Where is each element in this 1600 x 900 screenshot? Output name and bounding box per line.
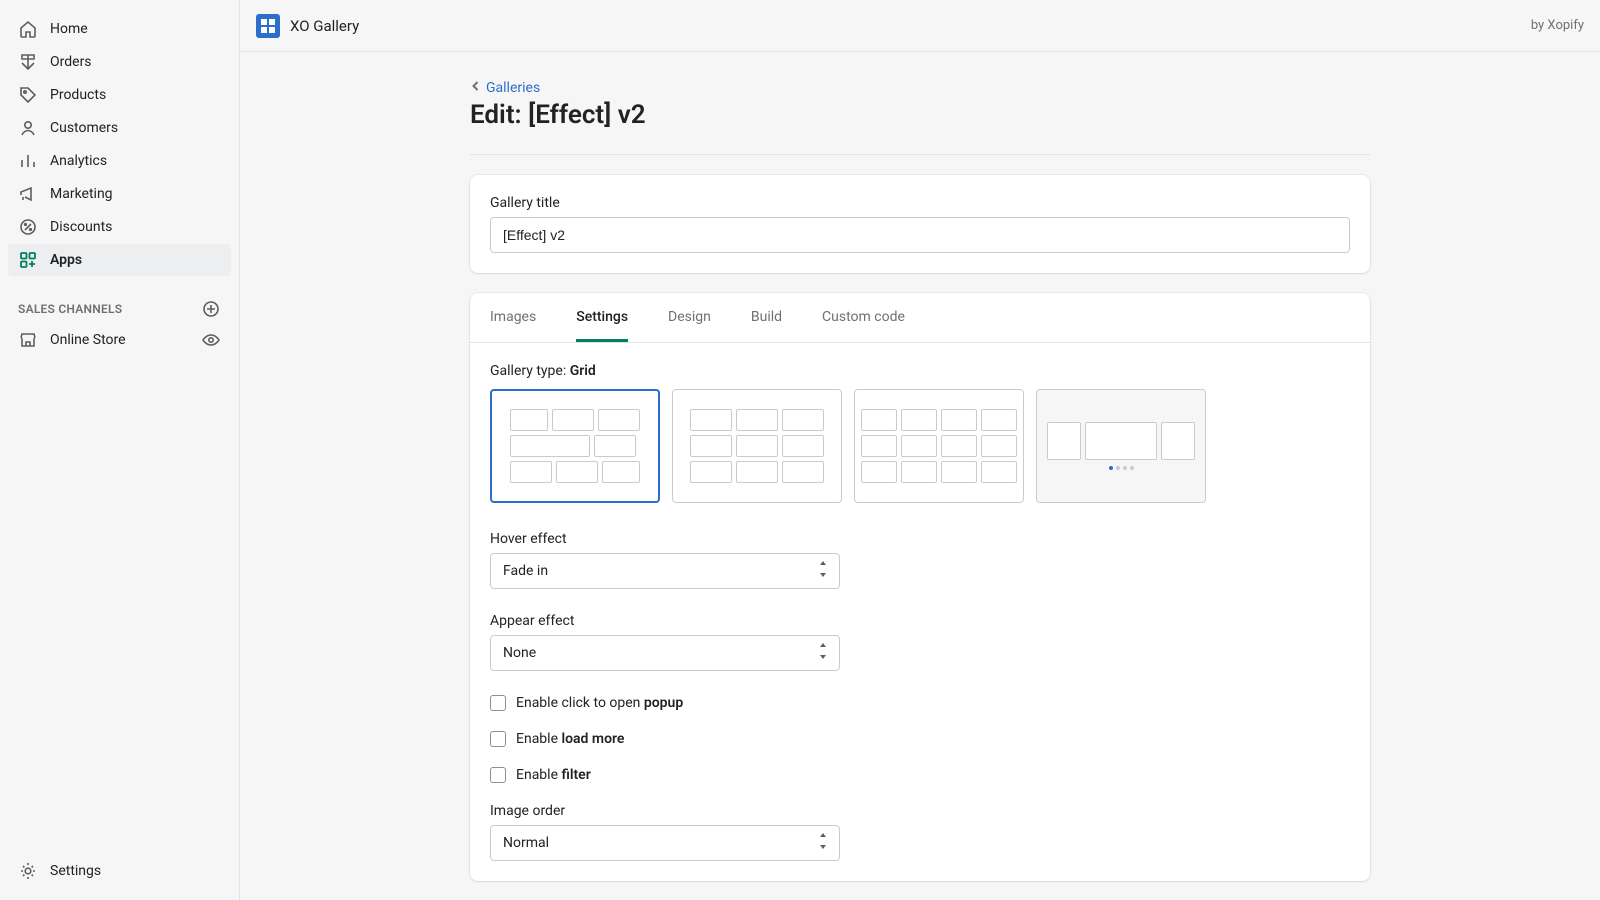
image-order-select[interactable]: Normal xyxy=(490,825,840,861)
select-value: Fade in xyxy=(503,563,548,579)
tabs: Images Settings Design Build Custom code xyxy=(470,293,1370,343)
checkbox-icon xyxy=(490,695,506,711)
nav-label: Apps xyxy=(50,252,221,268)
nav-marketing[interactable]: Marketing xyxy=(8,178,231,210)
nav-label: Products xyxy=(50,87,221,103)
sales-channels-header: SALES CHANNELS xyxy=(0,277,239,323)
nav-discounts[interactable]: Discounts xyxy=(8,211,231,243)
view-store-icon[interactable] xyxy=(201,330,221,350)
type-option-justified[interactable] xyxy=(854,389,1024,503)
gallery-title-label: Gallery title xyxy=(490,195,1350,211)
add-channel-button[interactable] xyxy=(201,299,221,319)
hover-effect-label: Hover effect xyxy=(490,531,840,547)
content: XO Gallery by Xopify Galleries Edit: [Ef… xyxy=(240,0,1600,900)
nav-label: Marketing xyxy=(50,186,221,202)
store-icon xyxy=(18,330,38,350)
gallery-title-input[interactable] xyxy=(490,217,1350,253)
nav-products[interactable]: Products xyxy=(8,79,231,111)
home-icon xyxy=(18,19,38,39)
app-title: XO Gallery xyxy=(290,17,359,35)
sidebar: Home Orders Products Customers Analytics xyxy=(0,0,240,900)
gallery-type-options xyxy=(490,389,1350,503)
nav-label: Customers xyxy=(50,120,221,136)
image-order-label: Image order xyxy=(490,803,840,819)
carousel-dots-icon xyxy=(1109,466,1134,470)
nav-label: Discounts xyxy=(50,219,221,235)
megaphone-icon xyxy=(18,184,38,204)
hover-effect-select[interactable]: Fade in xyxy=(490,553,840,589)
appear-effect-label: Appear effect xyxy=(490,613,840,629)
select-value: None xyxy=(503,645,536,661)
nav-label: Analytics xyxy=(50,153,221,169)
checkbox-icon xyxy=(490,767,506,783)
tag-icon xyxy=(18,85,38,105)
tab-settings[interactable]: Settings xyxy=(576,293,628,342)
gear-icon xyxy=(18,861,38,881)
type-option-masonry[interactable] xyxy=(672,389,842,503)
nav-label: Online Store xyxy=(50,332,189,348)
nav-online-store[interactable]: Online Store xyxy=(8,324,231,356)
page-title: Edit: [Effect] v2 xyxy=(470,100,1370,130)
discount-icon xyxy=(18,217,38,237)
nav-label: Orders xyxy=(50,54,221,70)
breadcrumb[interactable]: Galleries xyxy=(470,80,540,96)
enable-filter-checkbox[interactable]: Enable filter xyxy=(490,767,1350,783)
select-arrows-icon xyxy=(817,643,829,663)
type-option-grid[interactable] xyxy=(490,389,660,503)
enable-loadmore-checkbox[interactable]: Enable load more xyxy=(490,731,1350,747)
select-value: Normal xyxy=(503,835,549,851)
app-bar: XO Gallery by Xopify xyxy=(240,0,1600,52)
tab-custom-code[interactable]: Custom code xyxy=(822,293,905,342)
nav-label: Settings xyxy=(50,863,221,879)
card-settings: Images Settings Design Build Custom code… xyxy=(470,293,1370,881)
analytics-icon xyxy=(18,151,38,171)
nav-apps[interactable]: Apps xyxy=(8,244,231,276)
chevron-left-icon xyxy=(470,80,482,96)
tab-build[interactable]: Build xyxy=(751,293,782,342)
tab-design[interactable]: Design xyxy=(668,293,711,342)
breadcrumb-label: Galleries xyxy=(486,80,540,96)
apps-icon xyxy=(18,250,38,270)
nav-label: Home xyxy=(50,21,221,37)
select-arrows-icon xyxy=(817,833,829,853)
gallery-type-label: Gallery type: Grid xyxy=(490,363,1350,379)
select-arrows-icon xyxy=(817,561,829,581)
nav-customers[interactable]: Customers xyxy=(8,112,231,144)
app-vendor: by Xopify xyxy=(1531,18,1584,33)
type-option-carousel[interactable] xyxy=(1036,389,1206,503)
appear-effect-select[interactable]: None xyxy=(490,635,840,671)
nav-orders[interactable]: Orders xyxy=(8,46,231,78)
orders-icon xyxy=(18,52,38,72)
nav-analytics[interactable]: Analytics xyxy=(8,145,231,177)
checkbox-icon xyxy=(490,731,506,747)
nav-home[interactable]: Home xyxy=(8,13,231,45)
app-logo-icon xyxy=(256,14,280,38)
enable-popup-checkbox[interactable]: Enable click to open popup xyxy=(490,695,1350,711)
user-icon xyxy=(18,118,38,138)
tab-images[interactable]: Images xyxy=(490,293,536,342)
section-title: SALES CHANNELS xyxy=(18,302,122,316)
card-gallery-title: Gallery title xyxy=(470,175,1370,273)
nav-settings[interactable]: Settings xyxy=(8,855,231,887)
